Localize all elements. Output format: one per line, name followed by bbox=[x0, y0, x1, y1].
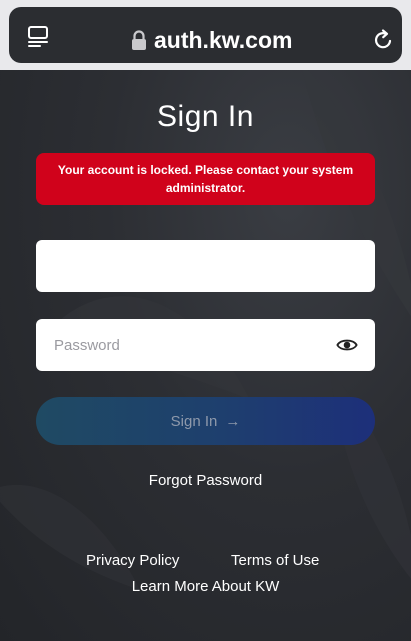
page-title: Sign In bbox=[157, 100, 254, 133]
url-text[interactable]: auth.kw.com bbox=[154, 24, 292, 56]
lock-icon bbox=[132, 30, 146, 50]
address-bar[interactable]: auth.kw.com bbox=[9, 7, 402, 63]
arrow-right-icon: → bbox=[225, 413, 241, 430]
sign-in-button-label: Sign In bbox=[170, 413, 218, 430]
tabs-icon[interactable] bbox=[26, 24, 50, 48]
account-locked-alert: Your account is locked. Please contact y… bbox=[36, 153, 375, 205]
email-input[interactable] bbox=[36, 240, 375, 292]
sign-in-page: auth.kw.com Sign In Your account is lock… bbox=[0, 0, 411, 641]
privacy-policy-link[interactable]: Privacy Policy bbox=[86, 551, 179, 571]
reload-icon[interactable] bbox=[371, 28, 395, 52]
sign-in-button[interactable]: Sign In → bbox=[36, 397, 375, 445]
learn-more-link[interactable]: Learn More About KW bbox=[0, 577, 411, 597]
password-input[interactable] bbox=[36, 319, 375, 371]
forgot-password-link[interactable]: Forgot Password bbox=[0, 471, 411, 491]
terms-of-use-link[interactable]: Terms of Use bbox=[231, 551, 319, 571]
browser-toolbar: auth.kw.com bbox=[0, 0, 411, 70]
show-password-eye-icon[interactable] bbox=[336, 334, 358, 356]
